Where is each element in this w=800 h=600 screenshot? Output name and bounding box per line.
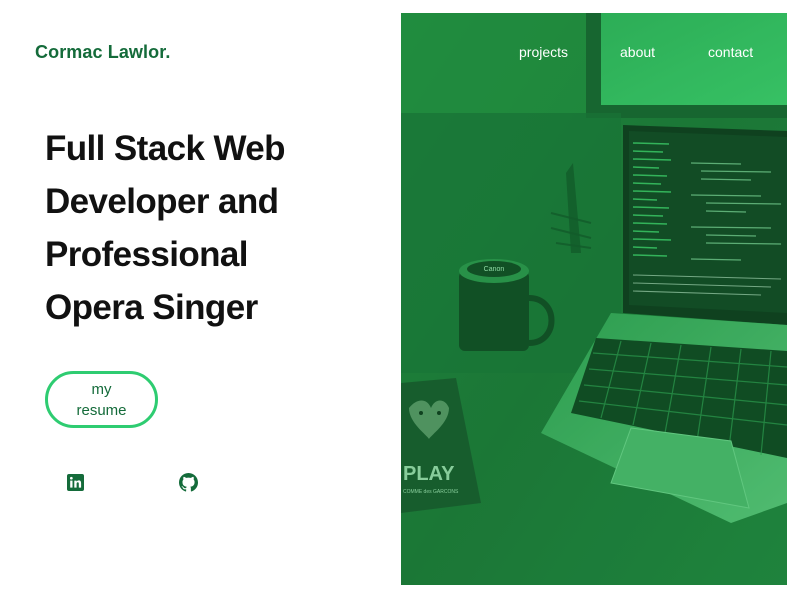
- headline-line: Developer and: [45, 182, 279, 221]
- headline-line: Professional: [45, 235, 248, 274]
- headline-line: Opera Singer: [45, 288, 258, 327]
- nav-link-projects[interactable]: projects: [519, 44, 568, 60]
- github-icon: [178, 472, 198, 492]
- nav-link-about[interactable]: about: [620, 44, 655, 60]
- hero-image: Canon PLAY COMME des GARCONS: [401, 13, 787, 585]
- resume-button[interactable]: my resume: [45, 371, 158, 428]
- linkedin-link[interactable]: [65, 472, 85, 492]
- main-nav: projects about contact: [401, 44, 787, 64]
- brand-logo[interactable]: Cormac Lawlor.: [35, 42, 170, 63]
- nav-link-contact[interactable]: contact: [708, 44, 753, 60]
- headline-line: Full Stack Web: [45, 129, 286, 168]
- github-link[interactable]: [178, 472, 198, 492]
- hero-headline: Full Stack Web Developer and Professiona…: [45, 122, 375, 334]
- linkedin-icon: [66, 473, 84, 491]
